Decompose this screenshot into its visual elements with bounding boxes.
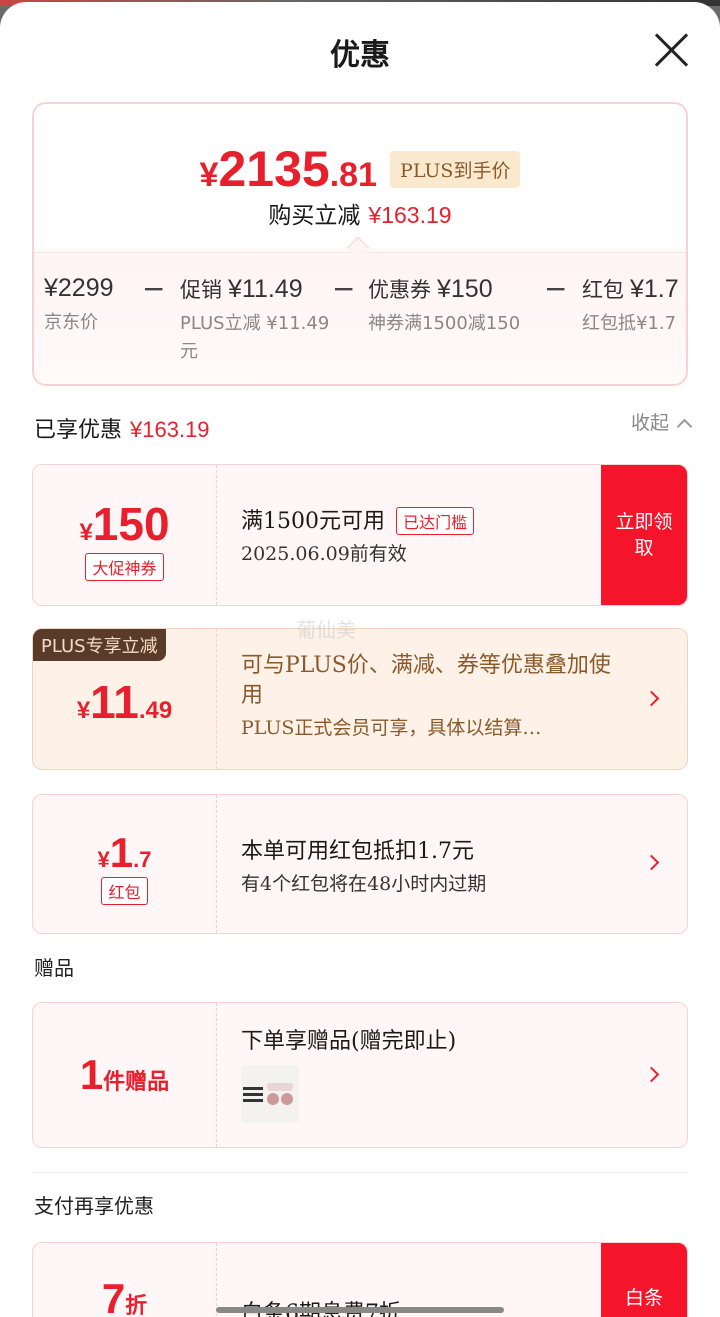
minus-operator: − (142, 272, 166, 305)
reduce-label: 购买立减 (268, 203, 361, 229)
gift-card[interactable]: 1件赠品 下单享赠品(赠完即止) (32, 1002, 688, 1148)
minus-operator: − (544, 272, 568, 305)
sheet-title: 优惠 (330, 38, 390, 73)
gift-section-title: 赠品 (34, 956, 74, 980)
coupon-amount-block: ¥150 大促神券 (33, 465, 217, 605)
currency-symbol: ¥ (199, 156, 219, 194)
plus-desc: PLUS正式会员可享，具体以结算… (241, 717, 542, 739)
final-price-row: ¥2135.81 PLUS到手价 (34, 140, 686, 198)
payment-section-title: 支付再享优惠 (34, 1194, 154, 1218)
breakdown-value: 红包 ¥1.7 (582, 275, 679, 303)
breakdown-item-jd-price: ¥2299 京东价 (44, 274, 114, 337)
redpacket-amount: ¥1.7 (97, 829, 152, 876)
breakdown-item-coupon: 优惠券 ¥150 神券满1500减150 (368, 274, 520, 338)
redpacket-card[interactable]: ¥1.7 红包 本单可用红包抵扣1.7元 有4个红包将在48小时内过期 (32, 794, 688, 934)
plus-discount-card[interactable]: PLUS专享立减 ¥11.49 可与PLUS价、满减、券等优惠叠加使用 PLUS… (32, 628, 688, 770)
baitiao-button[interactable]: 白条 (601, 1243, 687, 1317)
redpacket-desc: 有4个红包将在48小时内过期 (241, 873, 487, 895)
breakdown-sub: 京东价 (44, 312, 98, 333)
plus-title: 可与PLUS价、满减、券等优惠叠加使用 (241, 653, 611, 708)
breakdown-value: 优惠券 ¥150 (368, 275, 493, 303)
price-decimal: .81 (329, 156, 377, 194)
coupon-amount: ¥150 (79, 498, 170, 550)
breakdown-sub: PLUS立减 ¥11.49元 (180, 313, 330, 362)
redpacket-tag: 红包 (101, 877, 148, 905)
final-price: ¥2135.81 (200, 140, 377, 198)
home-indicator[interactable] (216, 1307, 504, 1313)
breakdown-sub: 神券满1500减150 (368, 313, 521, 334)
collapse-label: 收起 (630, 412, 669, 434)
enjoyed-label: 已享优惠 (34, 418, 123, 443)
enjoyed-amount: ¥163.19 (130, 417, 210, 442)
chevron-up-icon (676, 418, 693, 435)
redpacket-info: 本单可用红包抵扣1.7元 有4个红包将在48小时内过期 (241, 795, 687, 933)
section-divider (32, 1172, 688, 1173)
gift-info: 下单享赠品(赠完即止) (241, 1003, 687, 1147)
coupon-title: 满1500元可用 (241, 509, 385, 534)
price-summary-card: ¥2135.81 PLUS到手价 购买立减 ¥163.19 ¥2299 京东价 −… (32, 102, 688, 386)
payment-discount: 7折 (101, 1275, 148, 1317)
redpacket-amount-block: ¥1.7 红包 (33, 795, 217, 933)
minus-operator: − (332, 272, 356, 305)
payment-discount-block: 7折 (33, 1243, 217, 1317)
reduce-amount: ¥163.19 (368, 202, 452, 228)
threshold-badge: 已达门槛 (396, 507, 475, 535)
breakdown-item-promotion: 促销 ¥11.49 PLUS立减 ¥11.49元 (180, 274, 330, 366)
gift-count-block: 1件赠品 (33, 1003, 217, 1147)
breakdown-value: 促销 ¥11.49 (180, 275, 303, 303)
price-integer: 2135 (218, 141, 330, 197)
gift-count: 1件赠品 (79, 1051, 170, 1098)
redpacket-title: 本单可用红包抵扣1.7元 (241, 839, 474, 864)
discount-sheet: 优惠 ¥2135.81 PLUS到手价 购买立减 ¥163.19 ¥2299 京东… (0, 2, 720, 1317)
watermark: 葡仙美 (296, 618, 356, 642)
reduce-row: 购买立减 ¥163.19 (34, 196, 686, 230)
claim-coupon-button[interactable]: 立即领取 (601, 465, 687, 605)
payment-card[interactable]: 7折 白条6期息费7折 白条 (32, 1242, 688, 1317)
pointer-caret (346, 236, 370, 260)
collapse-toggle[interactable]: 收起 (630, 408, 693, 435)
gift-product-image[interactable] (241, 1065, 299, 1123)
close-icon[interactable] (654, 32, 690, 68)
plus-amount-block: ¥11.49 (33, 629, 217, 769)
gift-title: 下单享赠品(赠完即止) (241, 1029, 457, 1054)
coupon-tag: 大促神券 (85, 553, 164, 581)
enjoyed-discount: 已享优惠 ¥163.19 (34, 412, 210, 444)
plus-price-tag: PLUS到手价 (390, 150, 521, 188)
breakdown-item-redpacket: 红包 ¥1.7 红包抵¥1.7 (582, 274, 679, 338)
breakdown-value: ¥2299 (44, 274, 114, 302)
coupon-card[interactable]: ¥150 大促神券 满1500元可用 已达门槛 2025.06.09前有效 立即… (32, 464, 688, 606)
breakdown-sub: 红包抵¥1.7 (582, 313, 677, 334)
plus-info: 可与PLUS价、满减、券等优惠叠加使用 PLUS正式会员可享，具体以结算… (241, 629, 687, 769)
plus-amount: ¥11.49 (76, 676, 173, 728)
